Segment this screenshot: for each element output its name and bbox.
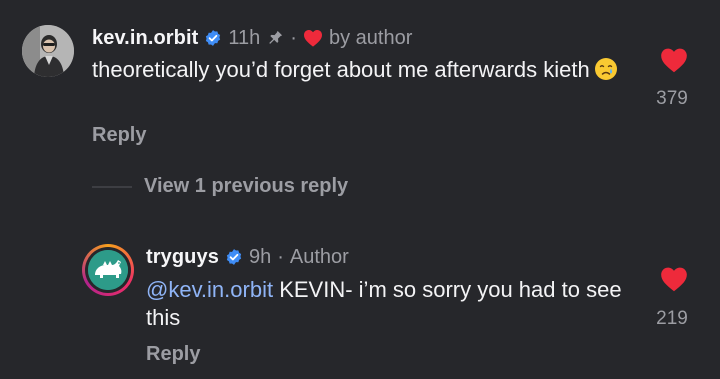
avatar-tryguys[interactable] [82,244,134,296]
reply-button[interactable]: Reply [146,343,200,366]
verified-badge-icon [225,248,243,266]
verified-badge-icon [204,29,222,47]
mention-link[interactable]: @kev.in.orbit [146,277,273,302]
person-silhouette-icon [22,25,74,77]
thread-line [92,186,132,188]
pin-icon [266,29,284,47]
author-label: Author [289,245,349,268]
reply-text: @kev.in.orbit KEVIN- i’m so sorry you ha… [146,276,646,332]
like-button[interactable] [660,266,688,292]
crying-face-emoji-icon [594,57,618,81]
comment-username[interactable]: kev.in.orbit [92,27,198,50]
like-count: 379 [656,88,688,109]
separator-dot: · [290,26,297,49]
dinosaur-logo-icon [88,250,128,290]
comment-text: theoretically you’d forget about me afte… [92,56,632,84]
comment-header: kev.in.orbit 11h · by author [92,25,412,51]
reply-username[interactable]: tryguys [146,246,219,269]
like-count: 219 [656,308,688,329]
view-previous-replies-button[interactable]: View 1 previous reply [144,175,348,198]
heart-filled-icon [661,267,687,292]
like-button[interactable] [654,47,694,73]
reply-header: tryguys 9h · Author [146,244,349,270]
avatar-image [88,250,128,290]
separator-dot: · [277,245,284,268]
liked-by-author-label: by author [328,26,413,49]
reply-time: 9h [248,245,272,268]
heart-icon [303,29,323,47]
avatar-kev-in-orbit[interactable] [22,25,74,77]
comment-text-content: theoretically you’d forget about me afte… [92,57,590,82]
comment-time: 11h [228,26,261,49]
heart-filled-icon [660,47,688,73]
reply-button[interactable]: Reply [92,124,146,147]
